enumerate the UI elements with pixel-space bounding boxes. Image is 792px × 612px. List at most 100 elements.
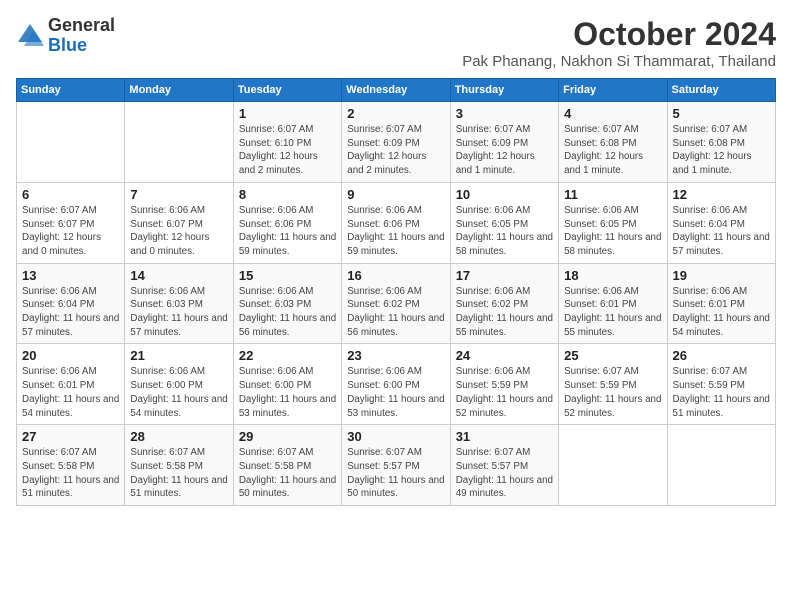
logo-icon (16, 22, 44, 50)
calendar-cell (559, 425, 667, 506)
day-number: 7 (130, 187, 227, 202)
day-detail: Sunrise: 6:07 AM Sunset: 6:08 PM Dayligh… (673, 123, 770, 178)
calendar-table: SundayMondayTuesdayWednesdayThursdayFrid… (16, 78, 776, 506)
day-number: 10 (456, 187, 553, 202)
day-number: 4 (564, 106, 661, 121)
weekday-header-friday: Friday (559, 79, 667, 102)
day-number: 1 (239, 106, 336, 121)
day-number: 26 (673, 348, 770, 363)
calendar-week-4: 20 Sunrise: 6:06 AM Sunset: 6:01 PM Dayli… (17, 344, 776, 425)
day-detail: Sunrise: 6:06 AM Sunset: 6:06 PM Dayligh… (347, 204, 444, 259)
calendar-cell: 25Sunrise: 6:07 AM Sunset: 5:59 PM Dayli… (559, 344, 667, 425)
day-number: 14 (130, 268, 227, 283)
calendar-cell: 16 Sunrise: 6:06 AM Sunset: 6:02 PM Dayli… (342, 263, 450, 344)
weekday-header-tuesday: Tuesday (233, 79, 341, 102)
calendar-week-2: 6 Sunrise: 6:07 AM Sunset: 6:07 PM Daylig… (17, 182, 776, 263)
calendar-week-5: 27Sunrise: 6:07 AM Sunset: 5:58 PM Dayli… (17, 425, 776, 506)
calendar-cell: 20 Sunrise: 6:06 AM Sunset: 6:01 PM Dayli… (17, 344, 125, 425)
day-detail: Sunrise: 6:06 AM Sunset: 6:05 PM Dayligh… (456, 204, 553, 259)
day-number: 18 (564, 268, 661, 283)
day-detail: Sunrise: 6:06 AM Sunset: 6:03 PM Dayligh… (130, 285, 227, 340)
calendar-cell: 22Sunrise: 6:06 AM Sunset: 6:00 PM Dayli… (233, 344, 341, 425)
calendar-cell: 18 Sunrise: 6:06 AM Sunset: 6:01 PM Dayli… (559, 263, 667, 344)
day-detail: Sunrise: 6:06 AM Sunset: 6:01 PM Dayligh… (673, 285, 770, 340)
weekday-header-saturday: Saturday (667, 79, 775, 102)
day-detail: Sunrise: 6:07 AM Sunset: 5:57 PM Dayligh… (347, 446, 444, 501)
day-detail: Sunrise: 6:07 AM Sunset: 5:58 PM Dayligh… (130, 446, 227, 501)
day-detail: Sunrise: 6:06 AM Sunset: 6:01 PM Dayligh… (564, 285, 661, 340)
day-number: 13 (22, 268, 119, 283)
weekday-header-thursday: Thursday (450, 79, 558, 102)
day-number: 3 (456, 106, 553, 121)
title-block: October 2024 Pak Phanang, Nakhon Si Tham… (462, 16, 776, 70)
weekday-header-monday: Monday (125, 79, 233, 102)
calendar-header: SundayMondayTuesdayWednesdayThursdayFrid… (17, 79, 776, 102)
calendar-cell: 28 Sunrise: 6:07 AM Sunset: 5:58 PM Dayli… (125, 425, 233, 506)
day-detail: Sunrise: 6:06 AM Sunset: 6:03 PM Dayligh… (239, 285, 336, 340)
day-detail: Sunrise: 6:07 AM Sunset: 6:09 PM Dayligh… (456, 123, 553, 178)
day-detail: Sunrise: 6:06 AM Sunset: 6:02 PM Dayligh… (347, 285, 444, 340)
day-detail: Sunrise: 6:06 AM Sunset: 6:00 PM Dayligh… (347, 365, 444, 420)
calendar-cell: 14 Sunrise: 6:06 AM Sunset: 6:03 PM Dayli… (125, 263, 233, 344)
day-detail: Sunrise: 6:07 AM Sunset: 5:59 PM Dayligh… (673, 365, 770, 420)
weekday-header-row: SundayMondayTuesdayWednesdayThursdayFrid… (17, 79, 776, 102)
calendar-cell: 8Sunrise: 6:06 AM Sunset: 6:06 PM Daylig… (233, 182, 341, 263)
day-detail: Sunrise: 6:06 AM Sunset: 6:04 PM Dayligh… (673, 204, 770, 259)
page-header: General Blue October 2024 Pak Phanang, N… (16, 16, 776, 70)
day-detail: Sunrise: 6:06 AM Sunset: 6:06 PM Dayligh… (239, 204, 336, 259)
calendar-cell: 21Sunrise: 6:06 AM Sunset: 6:00 PM Dayli… (125, 344, 233, 425)
calendar-body: 1 Sunrise: 6:07 AM Sunset: 6:10 PM Daylig… (17, 102, 776, 506)
day-detail: Sunrise: 6:06 AM Sunset: 6:05 PM Dayligh… (564, 204, 661, 259)
calendar-cell: 26 Sunrise: 6:07 AM Sunset: 5:59 PM Dayli… (667, 344, 775, 425)
day-detail: Sunrise: 6:06 AM Sunset: 5:59 PM Dayligh… (456, 365, 553, 420)
calendar-cell: 13 Sunrise: 6:06 AM Sunset: 6:04 PM Dayli… (17, 263, 125, 344)
day-detail: Sunrise: 6:07 AM Sunset: 6:10 PM Dayligh… (239, 123, 336, 178)
calendar-cell: 15 Sunrise: 6:06 AM Sunset: 6:03 PM Dayli… (233, 263, 341, 344)
calendar-cell: 3 Sunrise: 6:07 AM Sunset: 6:09 PM Daylig… (450, 102, 558, 183)
calendar-cell: 9 Sunrise: 6:06 AM Sunset: 6:06 PM Daylig… (342, 182, 450, 263)
day-number: 17 (456, 268, 553, 283)
calendar-week-3: 13 Sunrise: 6:06 AM Sunset: 6:04 PM Dayli… (17, 263, 776, 344)
day-number: 19 (673, 268, 770, 283)
day-number: 20 (22, 348, 119, 363)
day-number: 23 (347, 348, 444, 363)
calendar-cell: 10 Sunrise: 6:06 AM Sunset: 6:05 PM Dayli… (450, 182, 558, 263)
calendar-cell (125, 102, 233, 183)
calendar-week-1: 1 Sunrise: 6:07 AM Sunset: 6:10 PM Daylig… (17, 102, 776, 183)
calendar-cell: 23 Sunrise: 6:06 AM Sunset: 6:00 PM Dayli… (342, 344, 450, 425)
day-detail: Sunrise: 6:07 AM Sunset: 5:57 PM Dayligh… (456, 446, 553, 501)
logo-blue: Blue (48, 35, 87, 55)
day-number: 9 (347, 187, 444, 202)
calendar-cell: 27Sunrise: 6:07 AM Sunset: 5:58 PM Dayli… (17, 425, 125, 506)
calendar-cell: 6 Sunrise: 6:07 AM Sunset: 6:07 PM Daylig… (17, 182, 125, 263)
day-number: 15 (239, 268, 336, 283)
calendar-cell: 19 Sunrise: 6:06 AM Sunset: 6:01 PM Dayli… (667, 263, 775, 344)
day-detail: Sunrise: 6:07 AM Sunset: 6:08 PM Dayligh… (564, 123, 661, 178)
day-detail: Sunrise: 6:06 AM Sunset: 6:00 PM Dayligh… (239, 365, 336, 420)
day-detail: Sunrise: 6:07 AM Sunset: 6:09 PM Dayligh… (347, 123, 444, 178)
day-number: 5 (673, 106, 770, 121)
main-title: October 2024 (462, 16, 776, 53)
day-detail: Sunrise: 6:06 AM Sunset: 6:02 PM Dayligh… (456, 285, 553, 340)
logo-text: General Blue (48, 16, 115, 56)
calendar-cell (17, 102, 125, 183)
calendar-cell: 31 Sunrise: 6:07 AM Sunset: 5:57 PM Dayli… (450, 425, 558, 506)
calendar-cell: 2Sunrise: 6:07 AM Sunset: 6:09 PM Daylig… (342, 102, 450, 183)
day-detail: Sunrise: 6:07 AM Sunset: 5:59 PM Dayligh… (564, 365, 661, 420)
day-number: 6 (22, 187, 119, 202)
day-detail: Sunrise: 6:06 AM Sunset: 6:01 PM Dayligh… (22, 365, 119, 420)
day-number: 31 (456, 429, 553, 444)
day-number: 28 (130, 429, 227, 444)
calendar-cell: 7 Sunrise: 6:06 AM Sunset: 6:07 PM Daylig… (125, 182, 233, 263)
calendar-cell: 11 Sunrise: 6:06 AM Sunset: 6:05 PM Dayli… (559, 182, 667, 263)
day-detail: Sunrise: 6:06 AM Sunset: 6:07 PM Dayligh… (130, 204, 227, 259)
weekday-header-wednesday: Wednesday (342, 79, 450, 102)
day-detail: Sunrise: 6:07 AM Sunset: 5:58 PM Dayligh… (239, 446, 336, 501)
subtitle: Pak Phanang, Nakhon Si Thammarat, Thaila… (462, 53, 776, 70)
day-detail: Sunrise: 6:07 AM Sunset: 6:07 PM Dayligh… (22, 204, 119, 259)
day-number: 11 (564, 187, 661, 202)
day-detail: Sunrise: 6:06 AM Sunset: 6:04 PM Dayligh… (22, 285, 119, 340)
calendar-cell: 12Sunrise: 6:06 AM Sunset: 6:04 PM Dayli… (667, 182, 775, 263)
day-number: 16 (347, 268, 444, 283)
day-number: 24 (456, 348, 553, 363)
